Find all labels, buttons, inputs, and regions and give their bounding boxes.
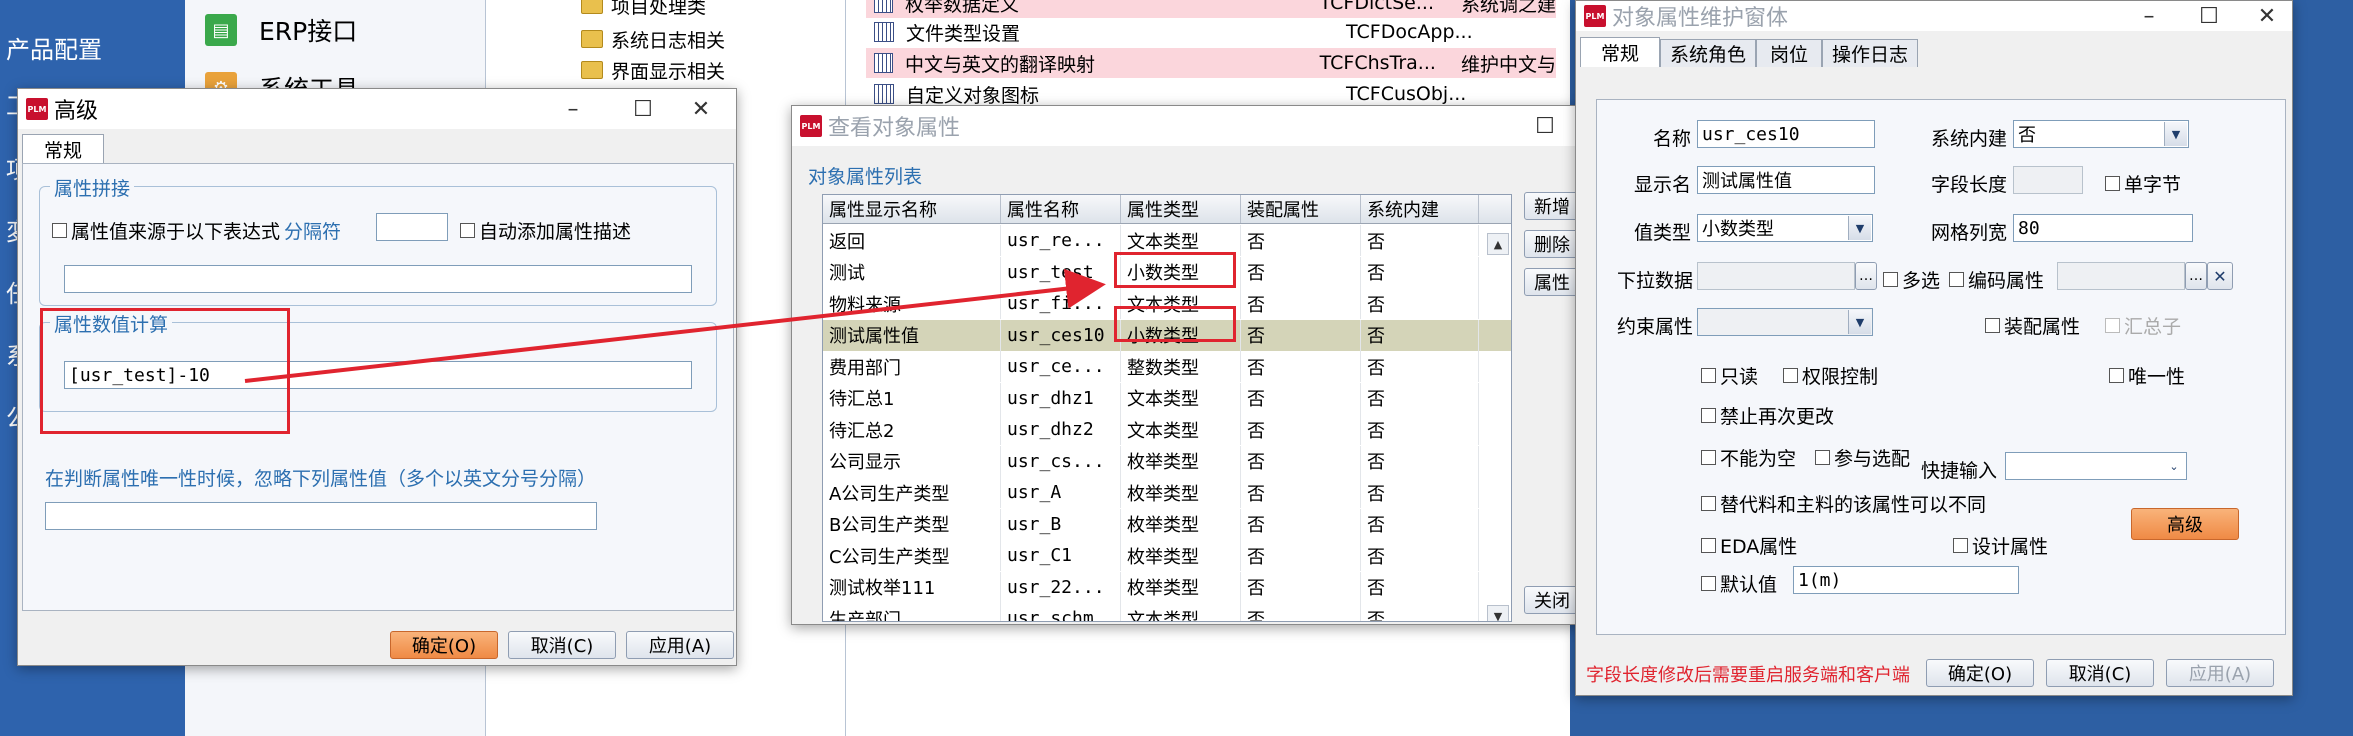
annotation-arrow (244, 268, 1106, 383)
